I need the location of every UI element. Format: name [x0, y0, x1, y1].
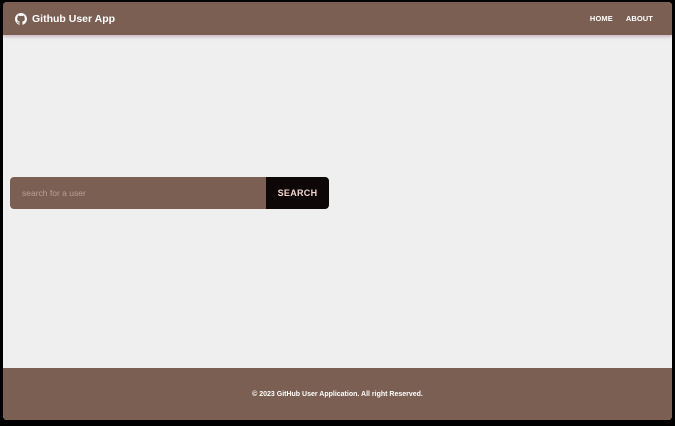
nav-link-home[interactable]: HOME	[590, 14, 613, 23]
search-form: SEARCH	[10, 177, 329, 209]
nav-link-about[interactable]: ABOUT	[626, 14, 653, 23]
app-window: Github User App HOME ABOUT SEARCH © 2023…	[3, 2, 672, 420]
app-title: Github User App	[32, 12, 116, 25]
navbar: Github User App HOME ABOUT	[3, 2, 672, 35]
github-icon	[15, 12, 27, 25]
copyright-text: © 2023 GitHub User Application. All righ…	[252, 390, 423, 398]
brand-link[interactable]: Github User App	[15, 2, 115, 35]
search-input[interactable]	[10, 177, 266, 209]
nav-menu: HOME ABOUT	[577, 2, 653, 35]
footer: © 2023 GitHub User Application. All righ…	[3, 368, 672, 420]
search-button[interactable]: SEARCH	[266, 177, 329, 209]
